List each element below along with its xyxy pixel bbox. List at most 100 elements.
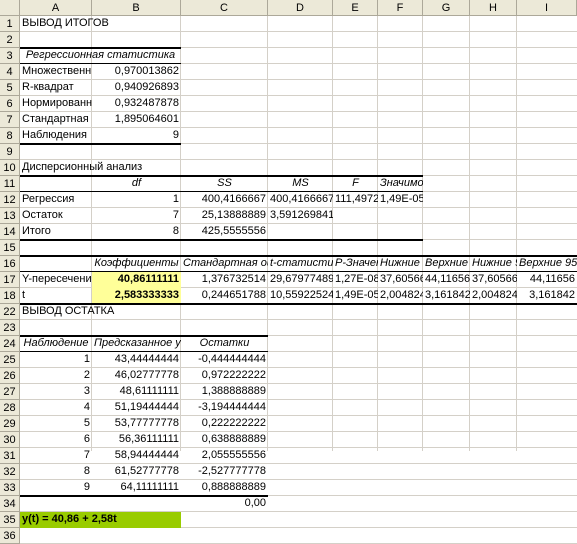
anova-ms[interactable]: 3,591269841 [268,208,333,224]
row-header-18[interactable]: 18 [0,288,20,304]
row-header-30[interactable]: 30 [0,432,20,448]
stat-label[interactable]: Стандартная ошибка [20,112,92,128]
regression-equation[interactable]: y(t) = 40,86 + 2,58t [20,512,181,528]
stat-value[interactable]: 0,940926893 [92,80,181,96]
anova-row-label[interactable]: Остаток [20,208,92,224]
row-header-3[interactable]: 3 [0,48,20,64]
row-header-17[interactable]: 17 [0,272,20,288]
row-header-4[interactable]: 4 [0,64,20,80]
stat-value[interactable]: 1,895064601 [92,112,181,128]
anova-df[interactable]: 7 [92,208,181,224]
anova-row-label[interactable]: Итого [20,224,92,240]
column-header-e[interactable]: E [333,0,378,16]
coef-value[interactable]: 3,161842 [517,288,577,304]
stat-label[interactable]: R-квадрат [20,80,92,96]
predicted-value[interactable]: 56,36111111 [92,432,181,448]
column-header-b[interactable]: B [92,0,181,16]
predicted-value[interactable]: 53,77777778 [92,416,181,432]
observation-number[interactable]: 2 [20,368,92,384]
row-header-24[interactable]: 24 [0,336,20,352]
row-header-22[interactable]: 22 [0,304,20,320]
predicted-value[interactable]: 46,02777778 [92,368,181,384]
column-header-h[interactable]: H [470,0,517,16]
row-header-10[interactable]: 10 [0,160,20,176]
anova-ss[interactable]: 25,13888889 [181,208,268,224]
row-header-15[interactable]: 15 [0,240,20,256]
observation-number[interactable]: 9 [20,480,92,496]
coef-value[interactable]: 29,67977489 [268,272,333,288]
column-header-g[interactable]: G [423,0,470,16]
residual-value[interactable]: 2,055555556 [181,448,268,464]
coef-header[interactable]: Верхние 95% [423,256,470,272]
coef-value[interactable]: 44,11656 [517,272,577,288]
anova-f[interactable]: 111,4972 [333,192,378,208]
row-header-5[interactable]: 5 [0,80,20,96]
residual-value[interactable]: 1,388888889 [181,384,268,400]
row-header-2[interactable]: 2 [0,32,20,48]
predicted-value[interactable]: 61,52777778 [92,464,181,480]
row-header-11[interactable]: 11 [0,176,20,192]
residuals-header[interactable]: Предсказанное y(t) [92,336,181,352]
coef-value[interactable]: 1,376732514 [181,272,268,288]
summary-title[interactable]: ВЫВОД ИТОГОВ [20,16,268,32]
anova-significance[interactable] [378,224,423,240]
row-header-7[interactable]: 7 [0,112,20,128]
predicted-value[interactable]: 58,94444444 [92,448,181,464]
column-header-f[interactable]: F [378,0,423,16]
residual-value[interactable]: -0,444444444 [181,352,268,368]
row-header-27[interactable]: 27 [0,384,20,400]
coef-header[interactable]: Стандартная ошибка [181,256,268,272]
coef-value[interactable]: 1,27E-08 [333,272,378,288]
anova-header[interactable]: F [333,176,378,192]
predicted-value[interactable]: 43,44444444 [92,352,181,368]
coef-value[interactable]: 40,86111111 [92,272,181,288]
stat-value[interactable]: 0,970013862 [92,64,181,80]
coef-header[interactable]: t-статистика [268,256,333,272]
column-header-d[interactable]: D [268,0,333,16]
row-header-14[interactable]: 14 [0,224,20,240]
observation-number[interactable]: 6 [20,432,92,448]
anova-ss[interactable]: 400,4166667 [181,192,268,208]
stat-label[interactable]: Наблюдения [20,128,92,144]
row-header-33[interactable]: 33 [0,480,20,496]
column-header-c[interactable]: C [181,0,268,16]
coef-value[interactable]: 2,583333333 [92,288,181,304]
residual-value[interactable]: 0,638888889 [181,432,268,448]
coef-value[interactable]: 0,244651788 [181,288,268,304]
observation-number[interactable]: 8 [20,464,92,480]
coef-header[interactable]: Нижние 95% [378,256,423,272]
anova-f[interactable] [333,208,378,224]
coef-value[interactable]: 1,49E-05 [333,288,378,304]
coef-value[interactable]: 44,11656 [423,272,470,288]
coef-value[interactable]: 37,60566 [378,272,423,288]
row-header-31[interactable]: 31 [0,448,20,464]
residual-value[interactable]: 0,972222222 [181,368,268,384]
row-header-9[interactable]: 9 [0,144,20,160]
anova-ms[interactable] [268,224,333,240]
anova-row-label[interactable]: Регрессия [20,192,92,208]
row-header-8[interactable]: 8 [0,128,20,144]
anova-significance[interactable]: 1,49E-05 [378,192,423,208]
anova-header[interactable]: Значимость F [378,176,423,192]
stat-value[interactable]: 0,932487878 [92,96,181,112]
stat-label[interactable]: Нормированный R-квадрат [20,96,92,112]
coef-header[interactable]: Верхние 95,0% [517,256,577,272]
coef-header[interactable]: Коэффициенты [92,256,181,272]
coef-header[interactable]: P-Значение [333,256,378,272]
anova-ms[interactable]: 400,4166667 [268,192,333,208]
coef-header[interactable]: Нижние 95,0% [470,256,517,272]
row-header-26[interactable]: 26 [0,368,20,384]
coef-row-label[interactable]: t [20,288,92,304]
observation-number[interactable]: 4 [20,400,92,416]
residuals-title[interactable]: ВЫВОД ОСТАТКА [20,304,181,320]
anova-significance[interactable] [378,208,423,224]
stat-value[interactable]: 9 [92,128,181,144]
row-header-23[interactable]: 23 [0,320,20,336]
row-header-35[interactable]: 35 [0,512,20,528]
coef-value[interactable]: 2,004824 [470,288,517,304]
observation-number[interactable]: 1 [20,352,92,368]
predicted-value[interactable]: 51,19444444 [92,400,181,416]
row-header-13[interactable]: 13 [0,208,20,224]
row-header-34[interactable]: 34 [0,496,20,512]
column-header-i[interactable]: I [517,0,577,16]
